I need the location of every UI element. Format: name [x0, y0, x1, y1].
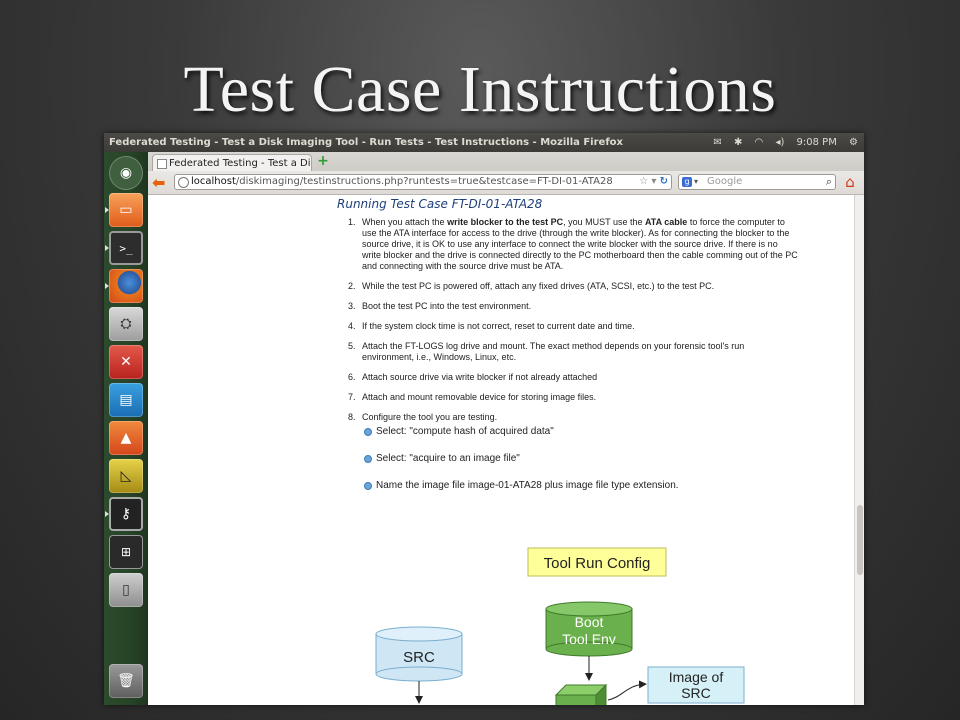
tool-run-config-box: Tool Run Config	[527, 547, 667, 577]
url-path: /diskimaging/testinstructions.php?runtes…	[235, 176, 613, 187]
page-content: Running Test Case FT-DI-01-ATA28 1. When …	[148, 195, 853, 705]
reload-icon[interactable]: ↻	[660, 176, 668, 187]
usb-drive-icon[interactable]: ▯	[109, 573, 143, 607]
search-bar[interactable]: g ▾ Google ⌕	[678, 174, 836, 190]
libreoffice-writer-icon[interactable]: ▤	[109, 383, 143, 417]
url-tools: ☆ ▾ ↻	[639, 175, 668, 189]
url-host: localhost	[191, 176, 236, 187]
firefox-icon[interactable]	[109, 269, 143, 303]
vertical-scrollbar[interactable]	[854, 195, 864, 705]
home-icon[interactable]: ⌂	[841, 173, 859, 191]
tab-bar: Federated Testing - Test a Disk... +	[148, 152, 864, 171]
image-label-2: SRC	[681, 685, 711, 701]
src-label: SRC	[403, 649, 435, 666]
volume-icon[interactable]: ◂)	[775, 137, 784, 148]
trash-icon[interactable]: 🗑	[109, 664, 143, 698]
search-placeholder: Google	[707, 176, 743, 187]
search-engine-dropdown-icon[interactable]: ▾	[694, 175, 698, 189]
desktop-screenshot: Federated Testing - Test a Disk Imaging …	[104, 133, 864, 705]
boot-tool-env-cylinder: Boot Tool Env	[545, 601, 633, 657]
workspace-switcher-icon[interactable]: ⊞	[109, 535, 143, 569]
scrollbar-thumb[interactable]	[857, 505, 863, 575]
firefox-window: Federated Testing - Test a Disk... + ⬅ l…	[148, 152, 864, 705]
page-favicon-icon	[157, 159, 167, 169]
window-title: Federated Testing - Test a Disk Imaging …	[109, 137, 623, 148]
navigation-toolbar: ⬅ localhost/diskimaging/testinstructions…	[148, 171, 864, 195]
boot-label-1: Boot	[575, 614, 604, 630]
network-icon[interactable]: ◠	[755, 137, 764, 148]
files-icon[interactable]: ▭	[109, 193, 143, 227]
image-label-1: Image of	[669, 669, 724, 685]
flow-diagram: Tool Run Config Boot Tool Env SRC Image …	[375, 547, 745, 705]
disk-utility-icon[interactable]: ⛭	[109, 307, 143, 341]
google-search-icon[interactable]: g	[682, 177, 692, 187]
clock[interactable]: 9:08 PM	[797, 137, 837, 148]
tab-title: Federated Testing - Test a Disk...	[169, 158, 311, 169]
pc-to-image-arrow	[607, 680, 647, 701]
site-identity-icon[interactable]	[178, 177, 189, 188]
test-pc-cube	[554, 683, 608, 705]
history-dropdown-icon[interactable]: ▾	[651, 176, 656, 187]
url-bar[interactable]: localhost/diskimaging/testinstructions.p…	[174, 174, 672, 190]
software-center-icon[interactable]: ▲	[109, 421, 143, 455]
system-indicators: ✉ ✱ ◠ ◂) 9:08 PM ⚙	[704, 133, 858, 152]
top-panel: Federated Testing - Test a Disk Imaging …	[104, 133, 864, 152]
system-settings-icon[interactable]: ✕	[109, 345, 143, 379]
dash-home-icon[interactable]: ◉	[109, 156, 143, 190]
src-cylinder: SRC	[375, 626, 463, 682]
mail-icon[interactable]: ✉	[713, 137, 721, 148]
tool-run-config-label: Tool Run Config	[544, 555, 651, 572]
browser-tab[interactable]: Federated Testing - Test a Disk...	[152, 154, 312, 171]
back-button[interactable]: ⬅	[152, 174, 170, 191]
secure-device-icon[interactable]: ⚷	[109, 497, 143, 531]
bookmark-star-icon[interactable]: ☆	[639, 176, 648, 187]
new-tab-button[interactable]: +	[316, 154, 330, 168]
image-of-src-box: Image of SRC	[647, 666, 745, 704]
geometry-app-icon[interactable]: ◺	[109, 459, 143, 493]
launcher: ◉ ▭ >_ ⛭ ✕ ▤ ▲ ◺ ⚷ ⊞ ▯ 🗑	[104, 152, 148, 705]
boot-label-2: Tool Env	[562, 631, 616, 647]
bluetooth-icon[interactable]: ✱	[734, 137, 742, 148]
power-icon[interactable]: ⚙	[849, 137, 858, 148]
search-icon[interactable]: ⌕	[826, 175, 832, 189]
slide-title: Test Case Instructions	[183, 53, 777, 126]
terminal-icon[interactable]: >_	[109, 231, 143, 265]
